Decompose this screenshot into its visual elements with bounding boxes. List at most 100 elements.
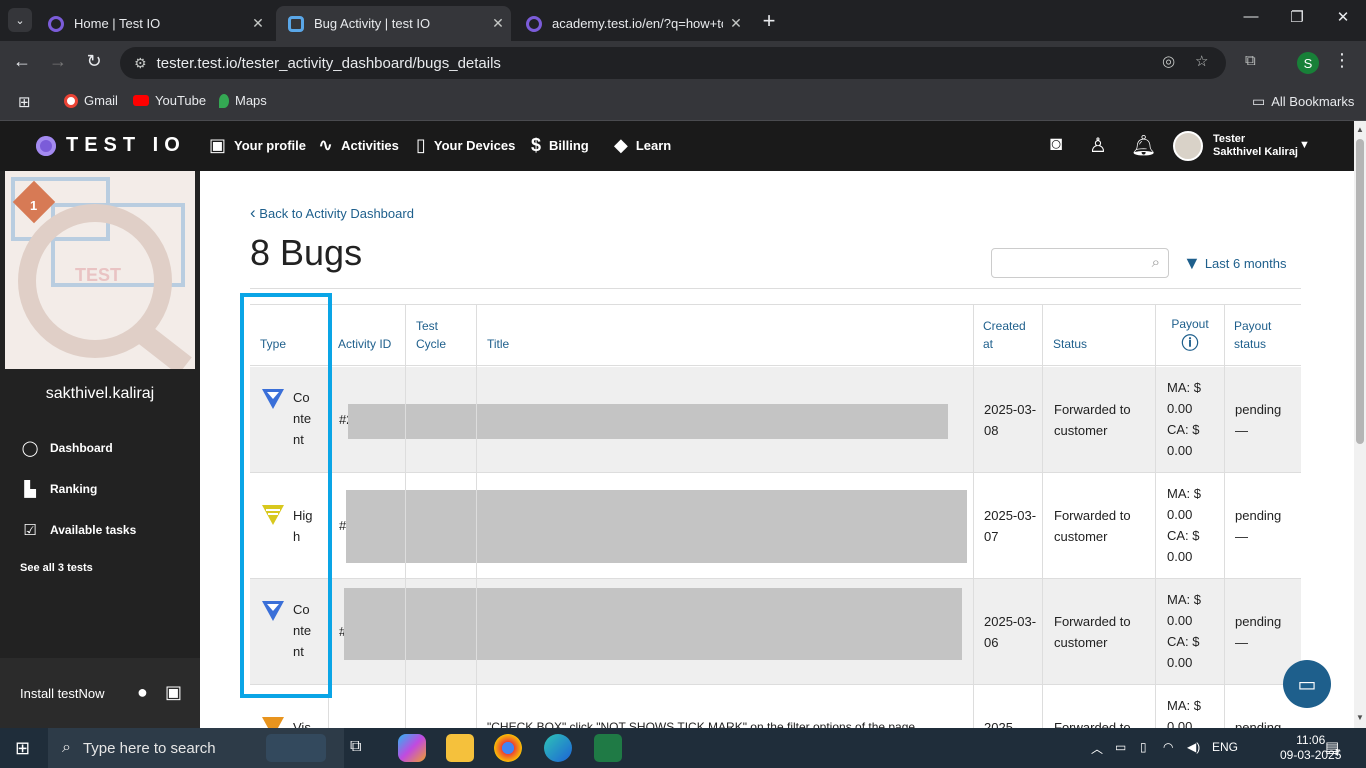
task-view-icon[interactable]: ⧉ xyxy=(350,738,361,756)
bell-icon[interactable]: 🔔︎ xyxy=(1131,133,1156,158)
nav-label: Your Devices xyxy=(433,138,516,153)
folder-icon: ▭ xyxy=(1252,93,1266,109)
scroll-thumb[interactable] xyxy=(1356,139,1364,444)
notification-icon[interactable]: ▤7 xyxy=(1325,738,1344,758)
bookmark-maps[interactable]: Maps xyxy=(219,93,267,108)
back-to-dashboard-link[interactable]: ‹ Back to Activity Dashboard xyxy=(250,203,414,223)
col-status[interactable]: Status xyxy=(1043,304,1155,366)
payout-ma: MA: $ 0.00 xyxy=(1167,380,1201,416)
page-scrollbar[interactable]: ▲ ▼ xyxy=(1354,121,1366,728)
podium-icon: ▙ xyxy=(24,481,36,498)
nav-your-devices[interactable]: ▯ Your Devices xyxy=(416,135,515,156)
maximize-icon[interactable]: ❐ xyxy=(1274,8,1320,26)
all-bookmarks[interactable]: ▭ All Bookmarks xyxy=(1252,93,1354,110)
copilot-icon[interactable] xyxy=(398,734,426,762)
new-tab-icon[interactable]: + xyxy=(757,8,781,34)
profile-avatar[interactable]: S xyxy=(1297,52,1319,74)
address-bar[interactable]: ⚙ tester.test.io/tester_activity_dashboa… xyxy=(120,47,1226,79)
col-created-at[interactable]: Created at xyxy=(973,304,1043,366)
nav-activities[interactable]: ∿ Activities xyxy=(318,135,399,156)
divider xyxy=(973,304,974,728)
see-all-tests-link[interactable]: See all 3 tests xyxy=(20,562,93,574)
bookmark-gmail[interactable]: Gmail xyxy=(64,93,118,108)
discord-icon[interactable]: ◙ xyxy=(1050,133,1062,156)
extensions-icon[interactable]: ⧉ xyxy=(1245,52,1256,69)
apps-grid-icon[interactable]: ⊞ xyxy=(18,93,31,111)
visual-bug-icon xyxy=(262,717,284,728)
language-indicator[interactable]: ENG xyxy=(1212,740,1238,754)
excel-icon[interactable] xyxy=(594,734,622,762)
chat-icon[interactable]: ▭ xyxy=(1283,660,1331,708)
tab-search-icon[interactable]: ⌄ xyxy=(8,8,32,32)
cricket-widget-icon[interactable] xyxy=(266,734,326,762)
caret-down-icon[interactable]: ▼ xyxy=(1299,139,1310,151)
close-icon[interactable]: ✕ xyxy=(723,15,749,32)
wifi-icon[interactable]: ◠ xyxy=(1163,740,1173,754)
eye-off-icon[interactable]: ◎ xyxy=(1162,52,1175,70)
install-label: Install testNow xyxy=(20,686,105,701)
star-icon[interactable]: ☆ xyxy=(1195,52,1208,70)
edge-icon[interactable] xyxy=(544,734,572,762)
search-input[interactable]: ⌕ xyxy=(991,248,1169,278)
payout-status: pending — xyxy=(1235,508,1282,544)
add-friend-icon[interactable]: ♙ xyxy=(1089,133,1107,158)
tab-bug-activity[interactable]: Bug Activity | test IO ✕ xyxy=(276,6,511,41)
col-payout-status[interactable]: Payout status xyxy=(1224,304,1301,366)
search-icon: ⌕ xyxy=(62,739,71,756)
scroll-up-icon[interactable]: ▲ xyxy=(1356,125,1364,134)
nav-your-profile[interactable]: ▣ Your profile xyxy=(209,135,306,156)
nav-billing[interactable]: $ Billing xyxy=(531,135,589,156)
window-close-icon[interactable]: ✕ xyxy=(1320,8,1366,26)
nav-learn[interactable]: ◆ Learn xyxy=(614,135,671,156)
all-bookmarks-label: All Bookmarks xyxy=(1271,94,1355,109)
battery-icon[interactable]: ▭ xyxy=(1115,740,1126,754)
android-icon[interactable]: ▣ xyxy=(165,682,182,703)
col-label: Payout status xyxy=(1234,319,1272,351)
payout-ma: MA: $ 0.00 xyxy=(1167,592,1201,628)
chevron-up-icon[interactable]: ︿ xyxy=(1091,740,1103,757)
sidebar-item-available-tasks[interactable]: ☑ Available tasks xyxy=(20,521,136,539)
minimize-icon[interactable]: — xyxy=(1228,8,1274,25)
back-arrow-icon[interactable]: ← xyxy=(10,51,34,72)
tab-label: Home | Test IO xyxy=(74,16,161,31)
close-icon[interactable]: ✕ xyxy=(245,15,271,32)
bookmark-youtube[interactable]: YouTube xyxy=(133,93,206,108)
created-date: 2025- xyxy=(984,720,1018,728)
sidebar-item-dashboard[interactable]: ◯ Dashboard xyxy=(20,439,113,457)
scroll-down-icon[interactable]: ▼ xyxy=(1356,713,1364,722)
col-title[interactable]: Title xyxy=(477,304,973,366)
close-icon[interactable]: ✕ xyxy=(485,15,511,32)
col-activity-id[interactable]: Activity ID xyxy=(328,304,406,366)
file-explorer-icon[interactable] xyxy=(446,734,474,762)
testio-logo[interactable]: TEST IO xyxy=(36,134,186,157)
table-row[interactable]: High # 2025-03-07 Forwarded to customer … xyxy=(250,473,1301,579)
volume-icon[interactable]: ◀) xyxy=(1187,740,1200,754)
windows-start-icon[interactable]: ⊞ xyxy=(15,738,30,759)
nav-label: Billing xyxy=(549,138,589,153)
search-icon[interactable]: ⌕ xyxy=(1152,254,1160,271)
reload-icon[interactable]: ↻ xyxy=(82,51,106,72)
tab-home[interactable]: Home | Test IO ✕ xyxy=(36,6,271,41)
user-name[interactable]: Sakthivel Kaliraj xyxy=(1213,146,1298,158)
col-test-cycle[interactable]: Test Cycle xyxy=(406,304,476,366)
table-row[interactable]: Content # 2025-03-06 Forwarded to custom… xyxy=(250,579,1301,685)
created-date: 2025-03-06 xyxy=(984,614,1037,650)
device-icon[interactable]: ▯ xyxy=(1140,740,1147,754)
date-filter[interactable]: ▼ Last 6 months xyxy=(1183,253,1286,274)
col-label: Created at xyxy=(983,319,1026,351)
info-icon[interactable]: ⓘ xyxy=(1182,335,1199,353)
chrome-icon[interactable] xyxy=(494,734,522,762)
table-row[interactable]: Content #2 2025-03-08 Forwarded to custo… xyxy=(250,367,1301,473)
user-avatar[interactable] xyxy=(1173,131,1203,161)
payout: MA: $ 0.00 CA: $ 0.00 xyxy=(1167,377,1217,461)
forward-arrow-icon[interactable]: → xyxy=(46,51,70,72)
more-menu-icon[interactable]: ⋮ xyxy=(1333,50,1351,71)
bug-title[interactable]: "CHECK BOX" click "NOT SHOWS TICK MARK" … xyxy=(487,717,957,728)
tab-academy[interactable]: academy.test.io/en/?q=how+to ✕ xyxy=(514,6,749,41)
site-info-icon[interactable]: ⚙ xyxy=(134,55,147,72)
apple-icon[interactable]: ● xyxy=(137,682,148,703)
table-row[interactable]: Vis "CHECK BOX" click "NOT SHOWS TICK MA… xyxy=(250,685,1301,728)
col-payout[interactable]: Payout ⓘ xyxy=(1156,304,1224,366)
sidebar-item-ranking[interactable]: ▙ Ranking xyxy=(20,480,97,498)
maps-icon xyxy=(219,93,229,108)
